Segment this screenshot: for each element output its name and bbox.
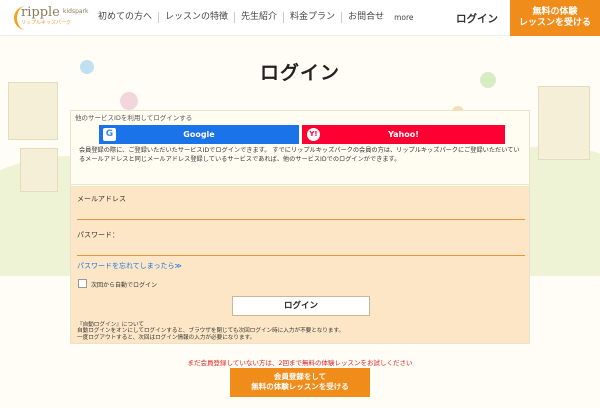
register-trial-button[interactable]: 会員登録をして 無料の体験レッスンを受ける [230,368,370,397]
social-login-heading: 他のサービスIDを利用してログインする [75,114,193,122]
header-trial-line1: 無料の体験 [532,7,578,17]
email-underline [77,219,525,220]
password-label: パスワード： [77,231,119,239]
yahoo-icon: Y! [307,128,320,141]
register-trial-line2: 無料の体験レッスンを受ける [251,382,349,391]
nav-item-teachers[interactable]: 先生紹介 [235,12,285,23]
header-login-link[interactable]: ログイン [456,11,498,26]
email-label: メールアドレス [77,195,126,203]
main-nav: 初めての方へ レッスンの特徴 先生紹介 料金プラン お問合せ more [92,12,414,23]
social-login-note: 会員登録の際に、ご登録いただいたサービスIDでログインできます。 すでにリップル… [79,147,520,163]
password-underline [77,255,525,256]
page-title: ログイン [259,62,340,84]
site-logo[interactable]: ripple kidspark リップルキッズパーク [14,6,89,30]
email-field[interactable] [77,205,525,219]
social-login-section: 他のサービスIDを利用してログインする G Google Y! Yahoo! 会… [71,111,529,185]
header-trial-line2: レッスンを受ける [518,18,591,28]
nav-item-pricing[interactable]: 料金プラン [284,12,343,23]
login-submit-button[interactable]: ログイン [232,296,370,316]
trial-promo-note: まだ会員登録していない方は、2回まで無料の体験レッスンをお試しください [187,359,413,367]
yahoo-login-label: Yahoo! [388,130,419,139]
auto-login-note: 『自動ログイン』について 自動ログインをオンにしてログインすると、ブラウザを閉じ… [77,322,525,341]
forgot-password-link[interactable]: パスワードを忘れてしまったら≫ [77,261,182,271]
logo-kana-text: リップルキッズパーク [21,20,72,26]
nav-more-link[interactable]: more [390,12,413,23]
password-field[interactable] [77,241,525,255]
login-form: メールアドレス パスワード： パスワードを忘れてしまったら≫ 次回から自動でログ… [71,186,529,343]
header-trial-button[interactable]: 無料の体験 レッスンを受ける [510,0,600,36]
auto-login-label[interactable]: 次回から自動でログイン [91,280,157,289]
login-card: 他のサービスIDを利用してログインする G Google Y! Yahoo! 会… [70,110,530,344]
yahoo-login-button[interactable]: Y! Yahoo! [302,125,505,144]
register-trial-line1: 会員登録をして [273,372,327,381]
nav-item-beginners[interactable]: 初めての方へ [92,12,160,23]
logo-sub-text: kidspark [63,8,89,15]
google-login-button[interactable]: G Google [99,125,299,144]
auto-login-checkbox[interactable] [78,279,87,288]
auto-login-note-line2: 一度ログアウトすると、次回はログイン情報の入力が必要になります。 [77,334,256,341]
nav-item-contact[interactable]: お問合せ [342,12,390,23]
google-login-label: Google [183,130,215,139]
site-header: ripple kidspark リップルキッズパーク 初めての方へ レッスンの特… [0,0,600,36]
nav-item-lesson-features[interactable]: レッスンの特徴 [159,12,236,23]
google-icon: G [103,128,116,141]
